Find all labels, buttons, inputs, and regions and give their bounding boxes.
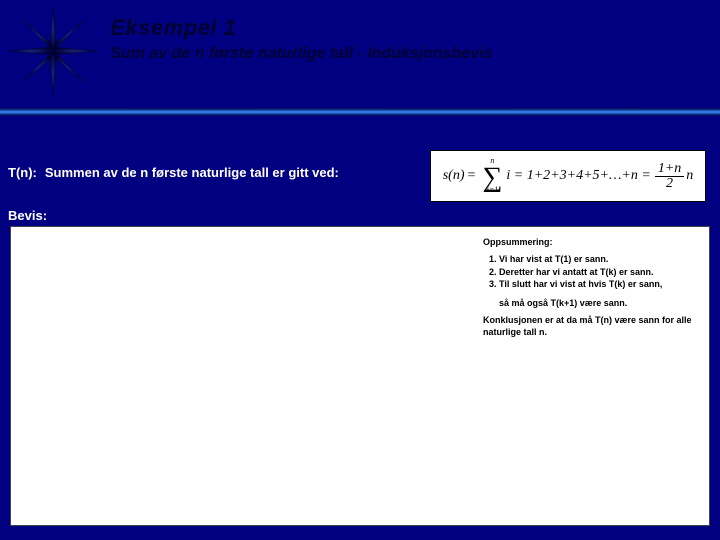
theorem-text: Summen av de n første naturlige tall er … <box>45 165 339 180</box>
summary-list: Vi har vist at T(1) er sann. Deretter ha… <box>499 254 699 290</box>
slide-subtitle: Sum av de n første naturlige tall - Indu… <box>110 45 492 63</box>
formula-fraction: 1+n 2 <box>655 162 684 191</box>
summary-item: Deretter har vi antatt at T(k) er sann. <box>499 267 699 278</box>
star-icon <box>8 6 98 96</box>
theorem-label: T(n): <box>8 165 37 180</box>
sigma-icon: n ∑ i=1 <box>480 158 504 193</box>
formula-lhs: s(n) <box>443 168 465 184</box>
divider-bar <box>0 108 720 116</box>
proof-area: Oppsummering: Vi har vist at T(1) er san… <box>10 226 710 526</box>
summary-item: Vi har vist at T(1) er sann. <box>499 254 699 265</box>
summary-heading: Oppsummering: <box>483 237 699 248</box>
formula-box: s(n) = n ∑ i=1 i = 1+2+3+4+5+…+n = 1+n 2… <box>430 150 706 202</box>
summary-panel: Oppsummering: Vi har vist at T(1) er san… <box>483 237 699 338</box>
formula-mid: i = 1+2+3+4+5+…+n = <box>506 168 650 184</box>
summary-item: Til slutt har vi vist at hvis T(k) er sa… <box>499 279 699 290</box>
summary-item-extra: så må også T(k+1) være sann. <box>499 298 699 309</box>
summary-conclusion: Konklusjonen er at da må T(n) være sann … <box>483 315 699 338</box>
theorem-row: T(n): Summen av de n første naturlige ta… <box>8 165 339 180</box>
slide-header: Eksempel 1 Sum av de n første naturlige … <box>110 15 492 63</box>
slide-title: Eksempel 1 <box>110 15 492 41</box>
proof-label: Bevis: <box>8 208 47 223</box>
formula-trail: n <box>686 168 693 184</box>
